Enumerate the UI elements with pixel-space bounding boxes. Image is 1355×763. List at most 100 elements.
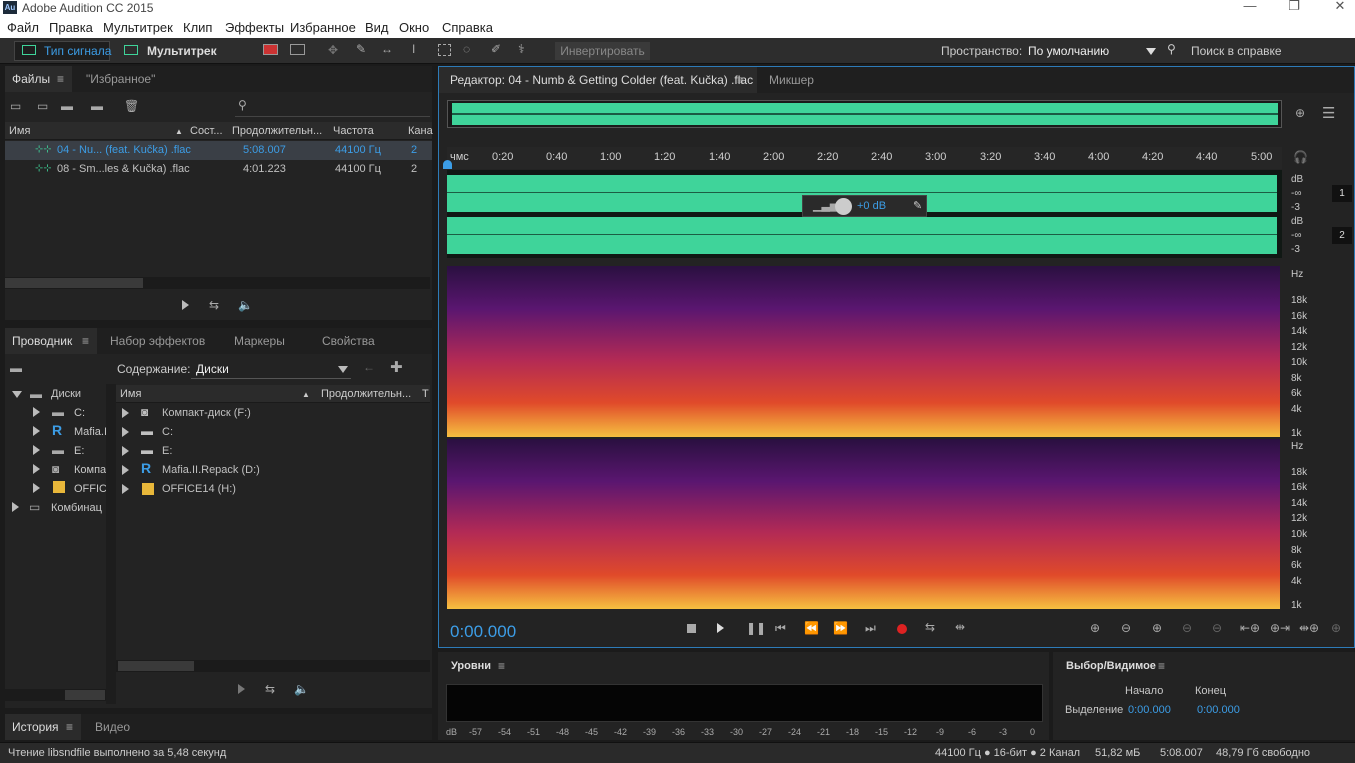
zoom-out-amplitude-icon[interactable]: ⊖	[1121, 621, 1131, 635]
col-channels[interactable]: Кана	[408, 125, 433, 137]
skip-back-icon[interactable]: ⏮	[775, 621, 786, 636]
import-icon[interactable]: ▬	[10, 361, 22, 375]
menu-multitrack[interactable]: Мультитрек	[103, 20, 173, 35]
col-rate[interactable]: Частота	[333, 125, 374, 137]
loop-icon[interactable]: ⇆	[925, 620, 935, 634]
overview-navigator[interactable]	[447, 100, 1282, 128]
healing-tool-icon[interactable]: ⚕	[518, 42, 525, 56]
maximize-button[interactable]: ❐	[1279, 0, 1309, 14]
loop-icon[interactable]: ⇆	[209, 298, 219, 312]
tab-video[interactable]: Видео	[95, 714, 130, 740]
file-row[interactable]: ⊹⊹ 08 - Sm...les & Kučka) .flac 4:01.223…	[5, 160, 432, 179]
col-duration[interactable]: Продолжительн...	[321, 388, 411, 400]
zoom-out-time-icon[interactable]: ⊖	[1182, 621, 1192, 635]
play-icon[interactable]	[238, 684, 245, 694]
collapse-icon[interactable]	[33, 445, 40, 455]
menu-file[interactable]: Файл	[7, 20, 39, 35]
collapse-icon[interactable]	[12, 502, 19, 512]
horizontal-scrollbar[interactable]	[5, 689, 106, 701]
tree-item[interactable]: Комбинац	[51, 502, 102, 514]
menu-view[interactable]: Вид	[365, 20, 389, 35]
pause-icon[interactable]: ❚❚	[746, 621, 766, 635]
col-type[interactable]: Т	[422, 388, 429, 400]
expand-icon[interactable]	[12, 391, 22, 398]
marquee-tool-icon[interactable]	[438, 44, 451, 56]
col-duration[interactable]: Продолжительн...	[232, 125, 322, 137]
menu-help[interactable]: Справка	[442, 20, 493, 35]
file-row[interactable]: ⊹⊹ 04 - Nu... (feat. Kučka) .flac 5:08.0…	[5, 141, 432, 160]
tab-editor[interactable]: Редактор: 04 - Numb & Getting Colder (fe…	[439, 67, 757, 93]
chevron-down-icon[interactable]	[338, 366, 348, 373]
menu-clip[interactable]: Клип	[183, 20, 212, 35]
zoom-icon[interactable]: ⊕	[1295, 106, 1305, 120]
panel-menu-icon[interactable]: ≡	[82, 334, 89, 348]
autoplay-icon[interactable]: 🔈	[238, 298, 253, 312]
tree-item[interactable]: C:	[74, 407, 85, 419]
loop-icon[interactable]: ⇆	[265, 682, 275, 696]
new-file-icon[interactable]: ▬	[61, 99, 73, 113]
move-tool-icon[interactable]: ✥	[328, 43, 338, 57]
zoom-out-full-icon[interactable]: ⊖	[1212, 621, 1222, 635]
skip-forward-icon[interactable]: ⏭	[865, 621, 876, 636]
tab-favorites[interactable]: "Избранное"	[86, 66, 155, 92]
import-icon[interactable]: ▭	[37, 99, 48, 113]
col-name[interactable]: Имя	[9, 125, 30, 137]
brush-tool-icon[interactable]: ✐	[491, 42, 501, 56]
pin-icon[interactable]: ✎	[913, 199, 922, 212]
play-icon[interactable]	[717, 623, 724, 633]
razor-tool-icon[interactable]: ✎	[356, 42, 366, 56]
help-search-input[interactable]: Поиск в справке	[1191, 41, 1282, 61]
selection-end-field[interactable]: 0:00.000	[1197, 704, 1240, 716]
list-item[interactable]: R Mafia.II.Repack (D:)	[116, 460, 430, 480]
invert-button[interactable]: Инвертировать	[555, 42, 650, 60]
stop-icon[interactable]	[687, 624, 696, 633]
selection-start-field[interactable]: 0:00.000	[1128, 704, 1171, 716]
volume-knob[interactable]	[835, 198, 852, 215]
tree-item[interactable]: Диски	[51, 388, 81, 400]
lasso-tool-icon[interactable]: ◌	[463, 42, 470, 56]
zoom-in-time-icon[interactable]: ⊕	[1152, 621, 1162, 635]
channel-1-toggle[interactable]: 1	[1332, 185, 1352, 202]
menu-favorites[interactable]: Избранное	[290, 20, 356, 35]
tree-item[interactable]: E:	[74, 445, 84, 457]
horizontal-scrollbar[interactable]	[5, 277, 430, 289]
panel-menu-icon[interactable]: ≡	[66, 720, 73, 734]
chevron-down-icon[interactable]	[1146, 48, 1156, 55]
tab-effects-rack[interactable]: Набор эффектов	[110, 328, 205, 354]
collapse-icon[interactable]	[33, 407, 40, 417]
col-status[interactable]: Сост...	[190, 125, 223, 137]
tree-item[interactable]: Mafia.I	[74, 426, 107, 438]
channel-2-toggle[interactable]: 2	[1332, 227, 1352, 244]
list-item[interactable]: OFFICE14 (H:)	[116, 480, 430, 499]
delete-icon[interactable]: 🗑	[124, 99, 139, 113]
splitter[interactable]	[106, 384, 116, 704]
horizontal-scrollbar[interactable]	[116, 660, 430, 672]
save-icon[interactable]: ▬	[91, 99, 103, 113]
spectral-display-icon[interactable]	[263, 44, 278, 55]
collapse-icon[interactable]	[33, 464, 40, 474]
record-icon[interactable]	[897, 624, 907, 634]
multitrack-mode-button[interactable]: Мультитрек	[147, 41, 217, 61]
slip-tool-icon[interactable]: ↔	[381, 42, 393, 56]
menu-edit[interactable]: Правка	[49, 20, 93, 35]
timecode-display[interactable]: 0:00.000	[450, 622, 516, 642]
tab-mixer[interactable]: Микшер	[769, 67, 814, 93]
list-icon[interactable]: ☰	[1322, 104, 1335, 122]
fast-forward-icon[interactable]: ⏩	[833, 621, 848, 635]
open-file-icon[interactable]: ▭	[10, 99, 21, 113]
add-favorite-icon[interactable]: ✚	[390, 358, 403, 376]
menu-window[interactable]: Окно	[399, 20, 429, 35]
playhead-handle[interactable]	[443, 160, 452, 169]
autoplay-icon[interactable]: 🔈	[294, 682, 309, 696]
list-item[interactable]: ◙ Компакт-диск (F:)	[116, 404, 430, 423]
panel-menu-icon[interactable]: ≡	[498, 659, 505, 673]
workspace-select[interactable]: По умолчанию	[1028, 41, 1109, 61]
rewind-icon[interactable]: ⏪	[804, 621, 819, 635]
time-selection-icon[interactable]: I	[412, 42, 415, 56]
spectral-display[interactable]	[447, 266, 1282, 609]
zoom-out-point-icon[interactable]: ⊕⇥	[1270, 621, 1290, 635]
panel-menu-icon[interactable]: ≡	[737, 73, 744, 87]
zoom-in-amplitude-icon[interactable]: ⊕	[1090, 621, 1100, 635]
collapse-icon[interactable]	[33, 483, 40, 493]
back-icon[interactable]: ←	[363, 360, 375, 374]
